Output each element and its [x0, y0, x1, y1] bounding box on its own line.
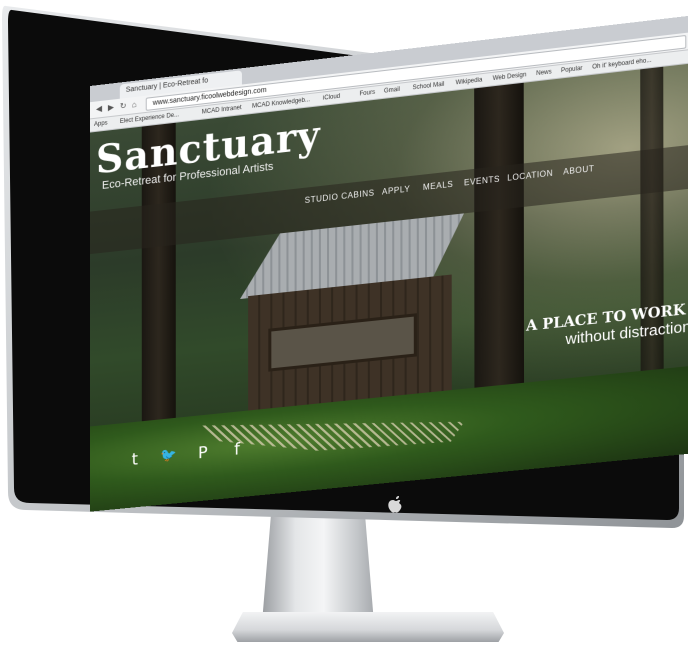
twitter-icon[interactable]: 🐦: [160, 446, 178, 466]
bookmark-item[interactable]: Fours: [359, 88, 375, 100]
bookmark-item[interactable]: iCloud: [323, 92, 340, 104]
monitor-scene: Sanctuary | Eco-Retreat fo ◀ ▶ ↻ ⌂ www.s…: [0, 0, 688, 648]
home-icon[interactable]: ⌂: [132, 100, 137, 111]
facebook-icon[interactable]: f: [228, 439, 246, 459]
screen: Sanctuary | Eco-Retreat fo ◀ ▶ ↻ ⌂ www.s…: [90, 14, 688, 512]
tumblr-icon[interactable]: t: [126, 449, 144, 470]
website-page: Sanctuary Eco-Retreat for Professional A…: [90, 62, 688, 512]
pinterest-icon[interactable]: P: [194, 442, 212, 463]
forward-icon[interactable]: ▶: [108, 102, 114, 113]
bookmark-item[interactable]: News: [536, 67, 552, 79]
bookmark-item[interactable]: Apps: [94, 118, 108, 130]
bookmark-item[interactable]: Wikipedia: [456, 75, 483, 88]
back-icon[interactable]: ◀: [96, 104, 102, 115]
reload-icon[interactable]: ↻: [120, 101, 127, 112]
bookmark-item[interactable]: Popular: [561, 64, 583, 77]
bookmark-item[interactable]: Gmail: [384, 85, 400, 97]
